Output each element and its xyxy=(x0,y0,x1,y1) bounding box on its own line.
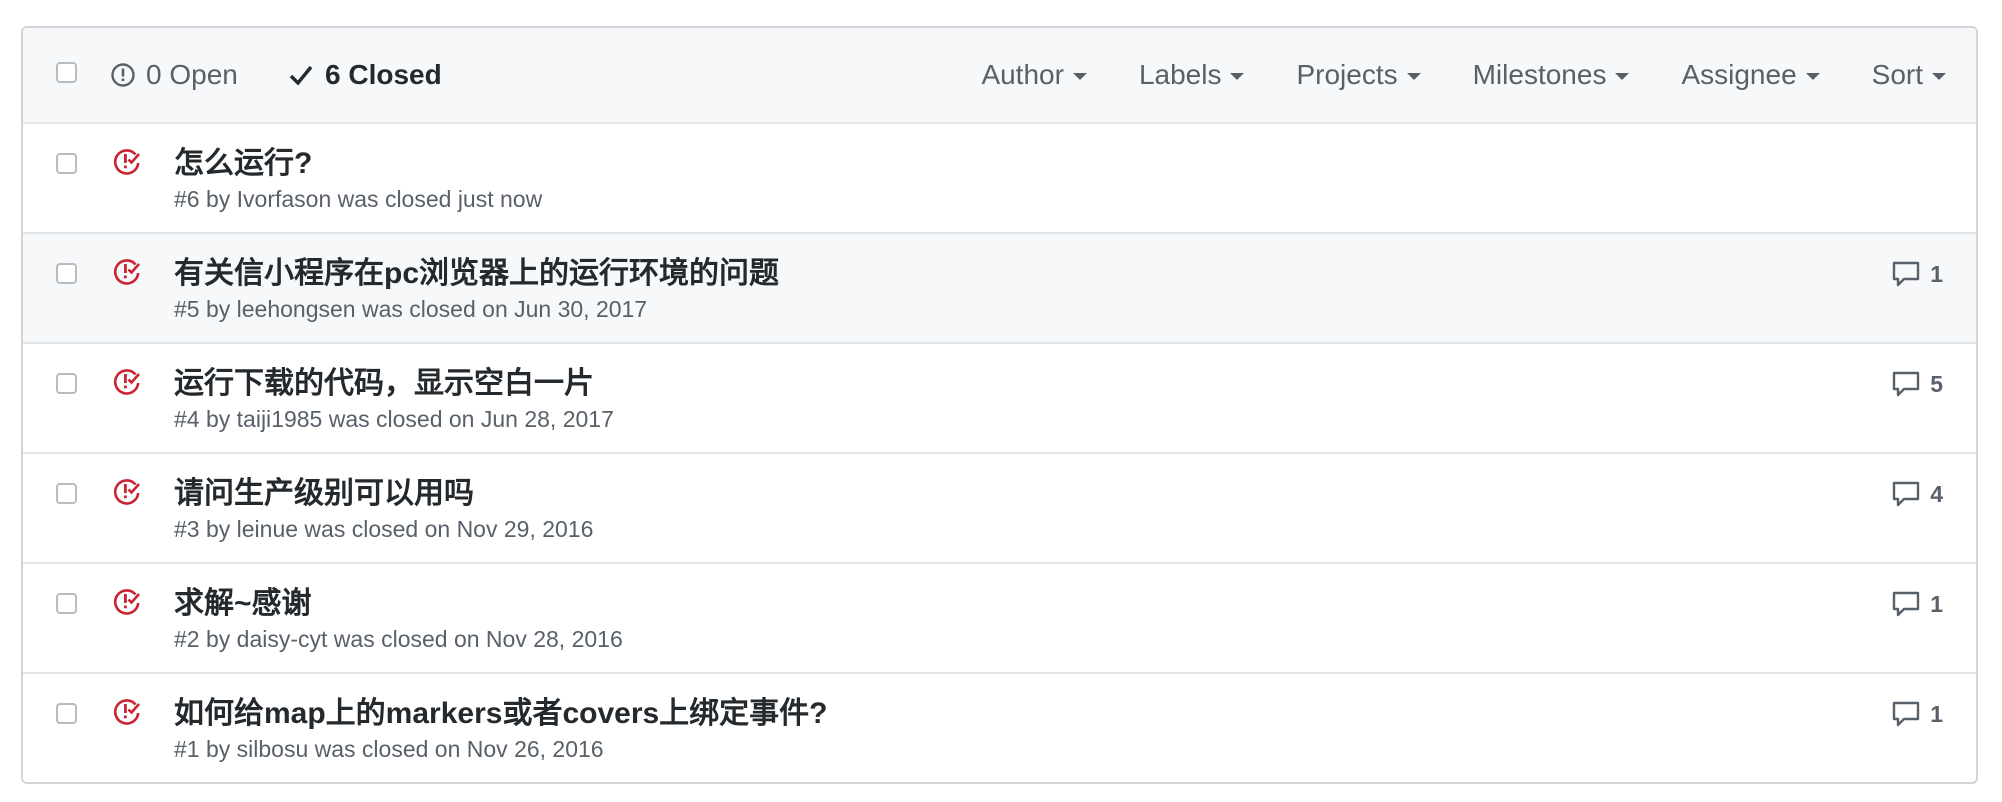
author-filter[interactable]: Author xyxy=(981,59,1087,91)
issue-meta: #3 by leinue was closed on Nov 29, 2016 xyxy=(174,516,594,542)
filter-bar: Author Labels Projects Milestones Assign… xyxy=(929,54,1946,96)
select-all-checkbox[interactable] xyxy=(56,62,77,83)
labels-filter[interactable]: Labels xyxy=(1139,59,1245,91)
comment-count-link[interactable]: 1 xyxy=(1891,590,1943,618)
comment-count: 4 xyxy=(1930,480,1943,507)
chevron-down-icon xyxy=(1406,73,1421,80)
issue-closed-icon xyxy=(113,479,140,505)
open-count-label: 0 Open xyxy=(146,59,238,90)
comment-count-link[interactable]: 5 xyxy=(1891,370,1943,398)
issue-meta: #6 by Ivorfason was closed just now xyxy=(174,186,543,212)
issue-meta: #2 by daisy-cyt was closed on Nov 28, 20… xyxy=(174,626,623,652)
issue-checkbox[interactable] xyxy=(56,593,77,614)
issue-title-link[interactable]: 如何给map上的markers或者covers上绑定事件? xyxy=(174,688,828,732)
comment-icon xyxy=(1893,261,1920,287)
issue-row: 有关信小程序在pc浏览器上的运行环境的问题 #5 by leehongsen w… xyxy=(23,234,1976,344)
closed-count-label: 6 Closed xyxy=(325,59,442,90)
issue-closed-icon xyxy=(113,699,140,725)
chevron-down-icon xyxy=(1230,73,1245,80)
sort-filter-label: Sort xyxy=(1871,59,1923,90)
milestones-filter[interactable]: Milestones xyxy=(1473,59,1630,91)
issue-closed-icon xyxy=(113,149,140,175)
issue-row: 运行下载的代码，显示空白一片 #4 by taiji1985 was close… xyxy=(23,344,1976,454)
chevron-down-icon xyxy=(1615,73,1630,80)
comment-icon xyxy=(1893,701,1920,727)
issues-list-box: 0 Open 6 Closed Author Labels Projects M… xyxy=(21,26,1978,784)
comment-count-link[interactable]: 1 xyxy=(1891,700,1943,728)
issue-checkbox[interactable] xyxy=(56,703,77,724)
issue-row: 求解~感谢 #2 by daisy-cyt was closed on Nov … xyxy=(23,564,1976,674)
open-issues-tab[interactable]: 0 Open xyxy=(110,54,238,96)
comment-count-link[interactable]: 4 xyxy=(1891,480,1943,508)
issue-checkbox[interactable] xyxy=(56,373,77,394)
issue-title-link[interactable]: 请问生产级别可以用吗 xyxy=(174,468,474,512)
issue-title-link[interactable]: 有关信小程序在pc浏览器上的运行环境的问题 xyxy=(174,248,779,292)
issue-checkbox[interactable] xyxy=(56,153,77,174)
issue-meta: #5 by leehongsen was closed on Jun 30, 2… xyxy=(174,296,648,322)
sort-filter[interactable]: Sort xyxy=(1872,59,1946,91)
assignee-filter-label: Assignee xyxy=(1681,59,1797,90)
issue-meta: #1 by silbosu was closed on Nov 26, 2016 xyxy=(174,736,604,762)
comment-count: 1 xyxy=(1930,590,1943,617)
projects-filter-label: Projects xyxy=(1296,59,1398,90)
issue-row: 怎么运行? #6 by Ivorfason was closed just no… xyxy=(23,124,1976,234)
comment-count: 5 xyxy=(1930,370,1943,397)
issue-row: 请问生产级别可以用吗 #3 by leinue was closed on No… xyxy=(23,454,1976,564)
issue-title-link[interactable]: 怎么运行? xyxy=(174,138,312,182)
issue-title-link[interactable]: 运行下载的代码，显示空白一片 xyxy=(174,358,594,402)
issues-list-header: 0 Open 6 Closed Author Labels Projects M… xyxy=(23,28,1976,124)
issue-checkbox[interactable] xyxy=(56,263,77,284)
comment-count: 1 xyxy=(1930,260,1943,287)
issue-closed-icon xyxy=(113,259,140,285)
chevron-down-icon xyxy=(1932,73,1946,80)
issue-meta: #4 by taiji1985 was closed on Jun 28, 20… xyxy=(174,406,614,432)
issue-checkbox[interactable] xyxy=(56,483,77,504)
comment-count: 1 xyxy=(1930,700,1943,727)
check-icon xyxy=(289,65,313,86)
issue-closed-icon xyxy=(113,589,140,615)
issue-closed-icon xyxy=(113,369,140,395)
comment-icon xyxy=(1893,481,1920,507)
issue-opened-icon xyxy=(111,63,135,87)
issue-row: 如何给map上的markers或者covers上绑定事件? #1 by silb… xyxy=(23,674,1976,782)
comment-icon xyxy=(1893,591,1920,617)
comment-icon xyxy=(1893,371,1920,397)
assignee-filter[interactable]: Assignee xyxy=(1681,59,1820,91)
author-filter-label: Author xyxy=(981,59,1064,90)
projects-filter[interactable]: Projects xyxy=(1296,59,1421,91)
labels-filter-label: Labels xyxy=(1138,59,1222,90)
issue-title-link[interactable]: 求解~感谢 xyxy=(174,578,312,622)
chevron-down-icon xyxy=(1072,73,1087,80)
chevron-down-icon xyxy=(1805,73,1820,80)
milestones-filter-label: Milestones xyxy=(1472,59,1607,90)
closed-issues-tab[interactable]: 6 Closed xyxy=(289,54,442,96)
comment-count-link[interactable]: 1 xyxy=(1891,260,1943,288)
